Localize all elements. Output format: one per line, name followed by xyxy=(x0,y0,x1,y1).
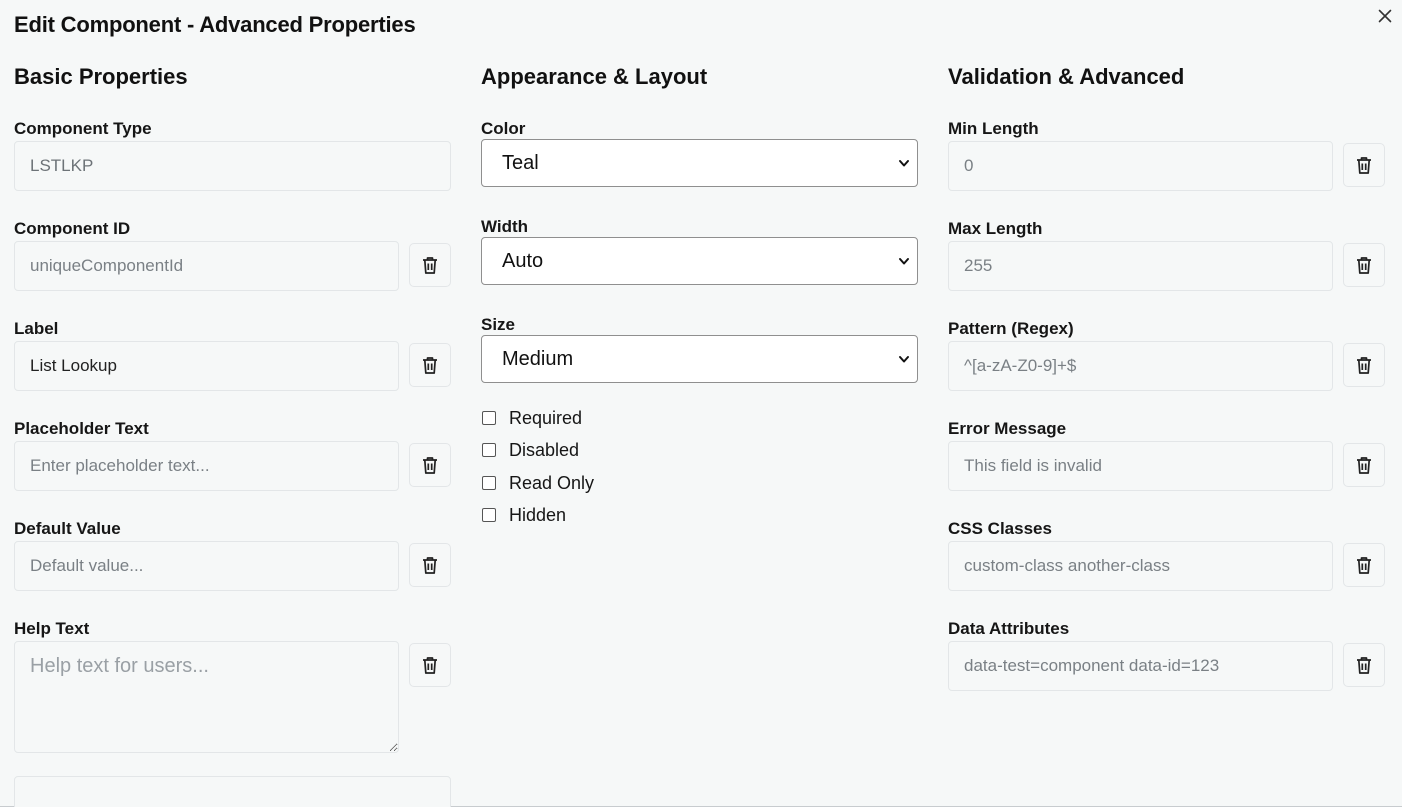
width-label: Width xyxy=(481,217,529,236)
trash-icon xyxy=(423,557,437,574)
label-field: Label xyxy=(14,319,451,391)
trash-icon xyxy=(423,357,437,374)
delete-default-value-button[interactable] xyxy=(409,543,451,587)
section-title-validation: Validation & Advanced xyxy=(948,64,1185,89)
size-selected-value: Medium xyxy=(502,347,574,370)
read-only-checkbox-label: Read Only xyxy=(509,472,595,493)
section-title-basic: Basic Properties xyxy=(14,64,188,89)
max-length-field: Max Length xyxy=(948,219,1385,291)
delete-max-length-button[interactable] xyxy=(1343,243,1385,287)
delete-data-attributes-button[interactable] xyxy=(1343,643,1385,687)
component-type-label: Component Type xyxy=(14,119,152,138)
required-checkbox-label: Required xyxy=(509,407,583,428)
validation-advanced-section: Validation & Advanced Min Length Max Len… xyxy=(948,62,1385,691)
partially-visible-input[interactable] xyxy=(14,776,451,807)
min-length-field: Min Length xyxy=(948,119,1385,191)
help-text-textarea[interactable] xyxy=(14,641,399,753)
css-classes-label: CSS Classes xyxy=(948,519,1052,538)
color-field: Color Teal xyxy=(481,119,918,187)
trash-icon xyxy=(423,257,437,274)
close-button[interactable] xyxy=(1374,5,1396,27)
disabled-checkbox-row[interactable]: Disabled xyxy=(481,439,681,461)
chevron-down-icon xyxy=(899,160,909,167)
placeholder-text-field: Placeholder Text xyxy=(14,419,451,491)
css-classes-input[interactable] xyxy=(948,541,1333,591)
error-message-input[interactable] xyxy=(948,441,1333,491)
help-text-label: Help Text xyxy=(14,619,90,638)
component-id-input[interactable] xyxy=(14,241,399,291)
error-message-field: Error Message xyxy=(948,419,1385,491)
delete-css-classes-button[interactable] xyxy=(1343,543,1385,587)
size-field: Size Medium xyxy=(481,315,918,383)
component-id-label: Component ID xyxy=(14,219,131,238)
color-selected-value: Teal xyxy=(502,151,539,174)
default-value-input[interactable] xyxy=(14,541,399,591)
color-label: Color xyxy=(481,119,526,138)
default-value-label: Default Value xyxy=(14,519,121,538)
close-icon xyxy=(1378,9,1392,23)
width-selected-value: Auto xyxy=(502,249,544,272)
hidden-checkbox-row[interactable]: Hidden xyxy=(481,504,681,526)
trash-icon xyxy=(1357,357,1371,374)
data-attributes-field: Data Attributes xyxy=(948,619,1385,691)
trash-icon xyxy=(1357,157,1371,174)
css-classes-field: CSS Classes xyxy=(948,519,1385,591)
size-label: Size xyxy=(481,315,516,334)
trash-icon xyxy=(1357,257,1371,274)
placeholder-text-input[interactable] xyxy=(14,441,399,491)
min-length-input[interactable] xyxy=(948,141,1333,191)
appearance-layout-section: Appearance & Layout Color Teal Width Aut… xyxy=(481,62,918,525)
basic-properties-section: Basic Properties Component Type Componen… xyxy=(14,62,451,753)
disabled-checkbox[interactable] xyxy=(482,443,496,457)
data-attributes-input[interactable] xyxy=(948,641,1333,691)
default-value-field: Default Value xyxy=(14,519,451,591)
edit-component-dialog: Edit Component - Advanced Properties Bas… xyxy=(0,0,1402,807)
delete-help-text-button[interactable] xyxy=(409,643,451,687)
trash-icon xyxy=(1357,557,1371,574)
section-title-appearance: Appearance & Layout xyxy=(481,64,708,89)
read-only-checkbox-row[interactable]: Read Only xyxy=(481,472,681,494)
trash-icon xyxy=(1357,457,1371,474)
data-attributes-label: Data Attributes xyxy=(948,619,1070,638)
chevron-down-icon xyxy=(899,258,909,265)
trash-icon xyxy=(1357,657,1371,674)
trash-icon xyxy=(423,457,437,474)
pattern-field: Pattern (Regex) xyxy=(948,319,1385,391)
hidden-checkbox[interactable] xyxy=(482,508,496,522)
dialog-title: Edit Component - Advanced Properties xyxy=(14,12,416,37)
width-select[interactable]: Auto xyxy=(481,237,918,285)
placeholder-text-label: Placeholder Text xyxy=(14,419,149,438)
hidden-checkbox-label: Hidden xyxy=(509,504,567,525)
size-select[interactable]: Medium xyxy=(481,335,918,383)
component-id-field: Component ID xyxy=(14,219,451,291)
max-length-label: Max Length xyxy=(948,219,1043,238)
required-checkbox[interactable] xyxy=(482,411,496,425)
color-select[interactable]: Teal xyxy=(481,139,918,187)
required-checkbox-row[interactable]: Required xyxy=(481,407,681,429)
label-label: Label xyxy=(14,319,59,338)
component-type-field: Component Type xyxy=(14,119,451,191)
delete-pattern-button[interactable] xyxy=(1343,343,1385,387)
delete-error-message-button[interactable] xyxy=(1343,443,1385,487)
disabled-checkbox-label: Disabled xyxy=(509,439,580,460)
component-type-input[interactable] xyxy=(14,141,451,191)
trash-icon xyxy=(423,657,437,674)
delete-min-length-button[interactable] xyxy=(1343,143,1385,187)
width-field: Width Auto xyxy=(481,217,918,285)
pattern-input[interactable] xyxy=(948,341,1333,391)
pattern-label: Pattern (Regex) xyxy=(948,319,1074,338)
delete-placeholder-text-button[interactable] xyxy=(409,443,451,487)
min-length-label: Min Length xyxy=(948,119,1039,138)
error-message-label: Error Message xyxy=(948,419,1067,438)
read-only-checkbox[interactable] xyxy=(482,476,496,490)
delete-label-button[interactable] xyxy=(409,343,451,387)
label-input[interactable] xyxy=(14,341,399,391)
chevron-down-icon xyxy=(899,356,909,363)
delete-component-id-button[interactable] xyxy=(409,243,451,287)
max-length-input[interactable] xyxy=(948,241,1333,291)
help-text-field: Help Text xyxy=(14,619,451,753)
